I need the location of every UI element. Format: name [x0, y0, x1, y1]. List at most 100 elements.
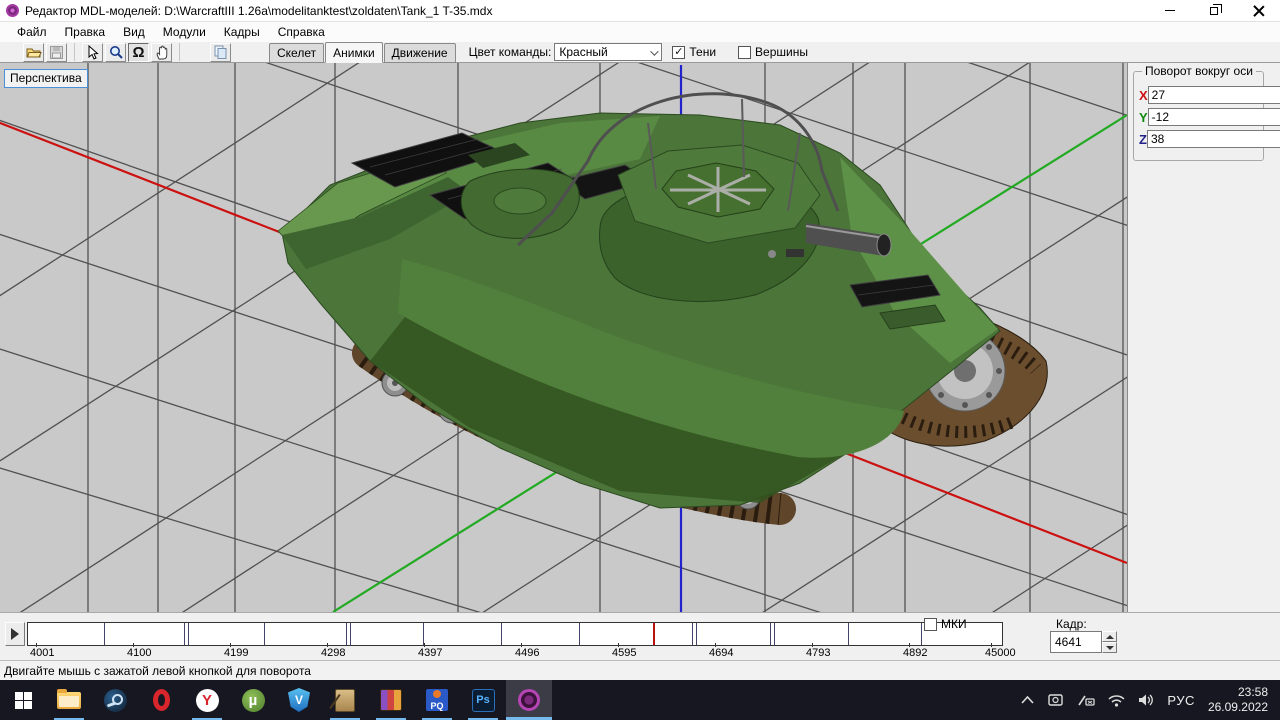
timeline-tick-label: 4793	[806, 643, 831, 659]
taskbar-app-photoshop[interactable]: Ps	[460, 680, 506, 720]
team-color-value: Красный	[559, 45, 608, 59]
system-tray: РУС 23:58 26.09.2022	[1021, 685, 1280, 715]
menu-item-edit[interactable]: Правка	[56, 23, 115, 41]
minimize-button[interactable]	[1148, 0, 1192, 22]
copy-icon	[214, 45, 227, 59]
window-titlebar: Редактор MDL-моделей: D:\WarcraftIII 1.2…	[0, 0, 1280, 22]
taskbar-clock[interactable]: 23:58 26.09.2022	[1208, 685, 1274, 715]
status-bar: Двигайте мышь с зажатой левой кнопкой дл…	[0, 660, 1280, 680]
open-folder-icon	[26, 48, 42, 57]
toolbar-separator	[74, 43, 75, 61]
status-text: Двигайте мышь с зажатой левой кнопкой дл…	[4, 663, 311, 678]
spinner-up-icon	[1105, 634, 1114, 639]
check-icon: ✓	[674, 45, 684, 58]
menu-item-frames[interactable]: Кадры	[215, 23, 269, 41]
taskbar-app-scroll[interactable]	[322, 680, 368, 720]
timeline-tick-label: 4694	[709, 643, 734, 659]
taskbar-app-utorrent[interactable]: µ	[230, 680, 276, 720]
timeline-tick-label: 4001	[30, 643, 55, 659]
select-tool-button[interactable]	[82, 42, 103, 62]
main-area: Перспектива Поворот вокруг оси X Y Z	[0, 63, 1280, 612]
axis-z-label: Z	[1139, 131, 1147, 147]
tab-movement[interactable]: Движение	[383, 42, 456, 63]
clock-date: 26.09.2022	[1207, 700, 1268, 714]
viewport-3d[interactable]: Перспектива	[0, 63, 1127, 612]
axis-x-input[interactable]	[1147, 86, 1280, 104]
start-button[interactable]	[0, 680, 46, 720]
language-indicator[interactable]: РУС	[1167, 693, 1195, 708]
cursor-arrow-icon	[88, 44, 99, 60]
tablet-mode-icon[interactable]	[1047, 693, 1064, 707]
ink-workspace-icon[interactable]	[1077, 694, 1096, 707]
axis-z-input[interactable]	[1146, 130, 1280, 148]
utorrent-icon: µ	[241, 688, 265, 712]
timeline-divider	[184, 623, 185, 645]
menu-item-file[interactable]: Файл	[8, 23, 56, 41]
timeline: 4001 4100 4199 4298 4397 4496 4595 4694 …	[0, 612, 1280, 660]
mode-tabs: Скелет Анимки Движение	[269, 41, 457, 63]
taskbar-app-mdl-editor[interactable]	[506, 680, 552, 720]
photoshop-icon: Ps	[471, 688, 495, 712]
spinner-down-icon	[1105, 645, 1114, 650]
rotation-groupbox: Поворот вокруг оси X Y Z	[1133, 64, 1280, 161]
play-button[interactable]	[5, 622, 25, 646]
hidden-icons-chevron[interactable]	[1021, 696, 1034, 704]
app-icon	[6, 4, 19, 17]
vpn-shield-icon: V	[288, 688, 310, 712]
taskbar-app-steam[interactable]	[92, 680, 138, 720]
pq-app-icon: PQ	[426, 689, 448, 711]
copy-button[interactable]	[210, 42, 231, 62]
rotate-tool-button[interactable]: Ω	[128, 42, 149, 62]
vertices-label: Вершины	[755, 45, 808, 59]
timeline-tick-label: 4496	[515, 643, 540, 659]
mki-checkbox[interactable]	[924, 617, 937, 631]
frame-input[interactable]	[1050, 631, 1102, 653]
timeline-playhead[interactable]	[653, 623, 655, 645]
taskbar-app-pq[interactable]: PQ	[414, 680, 460, 720]
timeline-track[interactable]	[27, 622, 1003, 646]
timeline-divider	[423, 623, 424, 645]
rotation-panel: Поворот вокруг оси X Y Z	[1127, 63, 1280, 612]
timeline-tick-label: 4199	[224, 643, 249, 659]
axis-y-input[interactable]	[1147, 108, 1280, 126]
menu-item-help[interactable]: Справка	[269, 23, 334, 41]
wifi-icon[interactable]	[1108, 694, 1125, 707]
taskbar-app-winrar[interactable]	[368, 680, 414, 720]
shadows-checkbox[interactable]: ✓	[672, 45, 686, 59]
mdl-editor-icon	[518, 689, 540, 711]
open-button[interactable]	[23, 42, 44, 62]
perspective-label[interactable]: Перспектива	[4, 69, 88, 88]
timeline-divider	[692, 623, 693, 645]
toolbar: Ω Скелет Анимки Движение Цвет команды: К…	[0, 41, 1280, 63]
restore-button[interactable]	[1192, 0, 1236, 22]
volume-icon[interactable]	[1138, 693, 1154, 707]
play-icon	[11, 628, 19, 640]
tab-anims[interactable]: Анимки	[325, 41, 383, 63]
timeline-tick-label: 4595	[612, 643, 637, 659]
taskbar-app-vpn[interactable]: V	[276, 680, 322, 720]
menu-item-view[interactable]: Вид	[114, 23, 154, 41]
taskbar-app-yandex[interactable]: Y	[184, 680, 230, 720]
team-color-select[interactable]: Красный	[554, 43, 663, 61]
close-button[interactable]	[1236, 0, 1280, 22]
save-button[interactable]	[46, 42, 67, 62]
vertices-checkbox[interactable]	[738, 45, 752, 59]
scroll-icon	[335, 688, 355, 712]
frame-spinner-up[interactable]	[1102, 631, 1117, 642]
minimize-icon	[1165, 10, 1175, 11]
yandex-browser-icon: Y	[195, 688, 219, 712]
timeline-divider	[264, 623, 265, 645]
timeline-tick-label: 45000	[985, 643, 1016, 659]
timeline-divider	[921, 623, 922, 645]
pan-tool-button[interactable]	[151, 42, 172, 62]
winrar-icon	[380, 689, 402, 711]
timeline-tick-label: 4892	[903, 643, 928, 659]
zoom-tool-button[interactable]	[105, 42, 126, 62]
taskbar-app-opera[interactable]	[138, 680, 184, 720]
menu-item-modules[interactable]: Модули	[154, 23, 215, 41]
frame-spinner-down[interactable]	[1102, 642, 1117, 653]
file-explorer-icon	[57, 688, 81, 709]
axis-y-label: Y	[1139, 109, 1148, 125]
tab-skeleton[interactable]: Скелет	[269, 42, 325, 63]
taskbar-app-file-explorer[interactable]	[46, 680, 92, 720]
